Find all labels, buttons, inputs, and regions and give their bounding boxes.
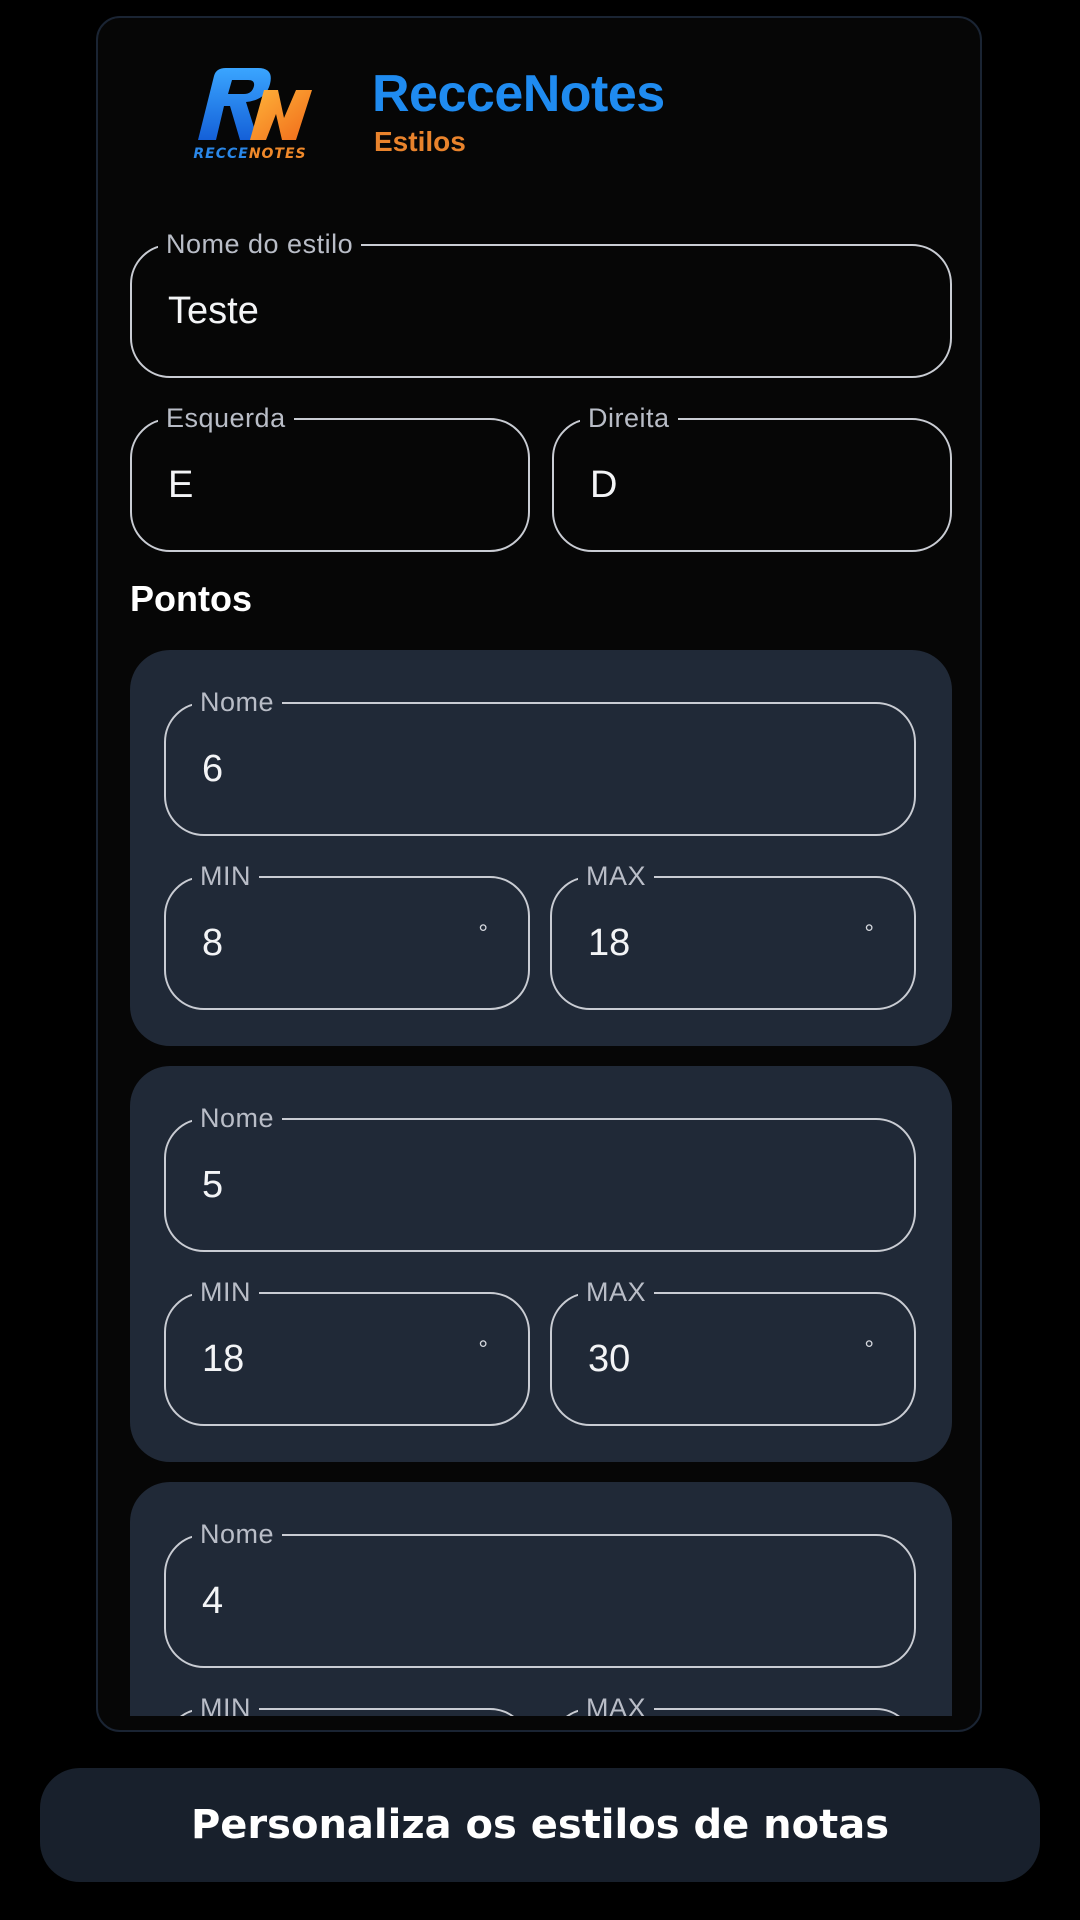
point-min-value[interactable]: 18: [202, 1294, 244, 1424]
degree-unit: °: [478, 1336, 488, 1363]
point-max-value[interactable]: 30: [588, 1294, 630, 1424]
point-min-field[interactable]: MIN 8 °: [164, 861, 530, 1010]
point-max-field[interactable]: MAX 18 °: [550, 861, 916, 1010]
style-editor-scroll-area[interactable]: Nome do estilo Teste Esquerda E Direita …: [130, 178, 952, 1716]
point-max-field[interactable]: MAX: [550, 1693, 916, 1716]
app-window: RECCENOTES RecceNotes Estilos Nome do es…: [96, 16, 982, 1732]
point-name-value[interactable]: 5: [202, 1120, 223, 1250]
point-card: Nome 5 MIN 18 ° MAX 30 °: [130, 1066, 952, 1462]
logo-wordmark: RECCENOTES: [193, 146, 307, 162]
point-name-value[interactable]: 4: [202, 1536, 223, 1666]
point-max-value[interactable]: 18: [588, 878, 630, 1008]
caption-text: Personaliza os estilos de notas: [190, 1802, 890, 1848]
left-label-value[interactable]: E: [168, 420, 193, 550]
app-logo: RECCENOTES: [180, 56, 320, 166]
right-label-value[interactable]: D: [590, 420, 617, 550]
point-name-field[interactable]: Nome 6: [164, 687, 916, 836]
point-max-label: MAX: [578, 1693, 655, 1716]
app-header: RECCENOTES RecceNotes Estilos: [98, 18, 980, 168]
point-card: Nome 4 MIN MAX: [130, 1482, 952, 1716]
degree-unit: °: [478, 920, 488, 947]
point-name-field[interactable]: Nome 5: [164, 1103, 916, 1252]
caption-banner: Personaliza os estilos de notas: [40, 1768, 1040, 1882]
points-section-title: Pontos: [130, 578, 252, 619]
point-min-value[interactable]: 8: [202, 878, 223, 1008]
degree-unit: °: [864, 920, 874, 947]
left-label-field[interactable]: Esquerda E: [130, 403, 530, 552]
page-subtitle: Estilos: [374, 126, 466, 157]
degree-unit: °: [864, 1336, 874, 1363]
style-name-field[interactable]: Nome do estilo Teste: [130, 229, 952, 378]
app-title: RecceNotes: [372, 65, 665, 123]
point-card: Nome 6 MIN 8 ° MAX 18 °: [130, 650, 952, 1046]
point-max-field[interactable]: MAX 30 °: [550, 1277, 916, 1426]
point-name-field[interactable]: Nome 4: [164, 1519, 916, 1668]
point-name-value[interactable]: 6: [202, 704, 223, 834]
point-min-field[interactable]: MIN: [164, 1693, 530, 1716]
reccenotes-logo-icon: [198, 68, 312, 140]
point-min-label: MIN: [192, 1693, 259, 1716]
style-name-value[interactable]: Teste: [168, 246, 259, 376]
point-min-field[interactable]: MIN 18 °: [164, 1277, 530, 1426]
right-label-field[interactable]: Direita D: [552, 403, 952, 552]
